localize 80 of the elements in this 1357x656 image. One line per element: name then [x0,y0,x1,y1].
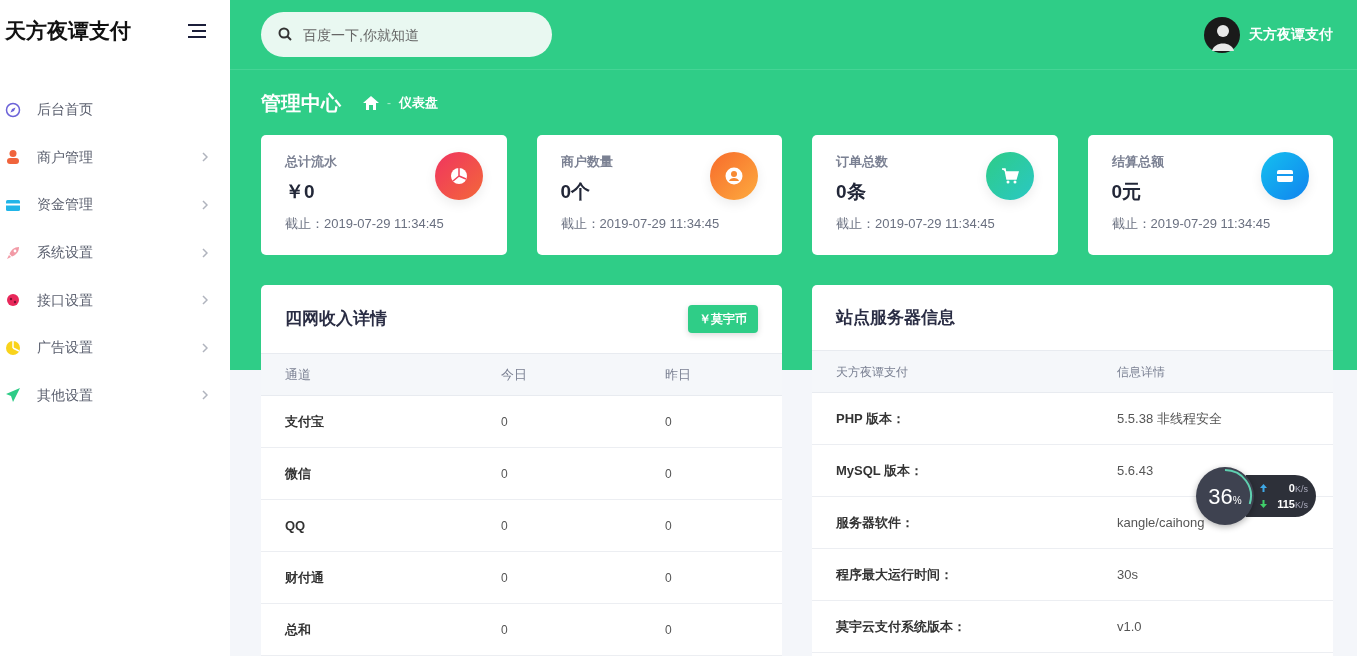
cart-icon [985,152,1034,200]
user-icon [5,149,21,166]
sidebar-item[interactable]: 商户管理 [0,133,230,182]
usage-percent: 36% [1208,482,1242,511]
stat-value: 0元 [1111,179,1143,204]
table-cell-text: 总和 [285,620,312,639]
stat-label: 订单总数 [836,153,888,171]
breadcrumb-current: 仪表盘 [399,93,438,112]
chevron-right-icon [202,247,208,258]
user-icon [710,152,758,200]
paper-plane-icon [5,387,21,404]
table-cell-text: 5.5.38 非线程安全 [1117,409,1223,428]
brand-title: 天方夜谭支付 [5,18,131,45]
chevron-right-icon [202,390,208,401]
planet-icon [5,292,21,309]
stat-timestamp: 截止：2019-07-29 11:34:45 [560,215,721,233]
upload-arrow-icon [1260,483,1267,492]
column-header: 信息详情 [1117,363,1166,381]
stat-timestamp: 截止：2019-07-29 11:34:45 [285,215,445,233]
sidebar-item[interactable]: 资金管理 [0,181,230,229]
stat-value: 0条 [836,179,867,204]
table-cell-text: 30s [1117,565,1139,584]
stat-label: 总计流水 [285,153,337,171]
chevron-right-icon [202,295,208,306]
table-cell-text: 服务器软件： [836,513,915,532]
stat-timestamp: 截止：2019-07-29 11:34:45 [1111,215,1272,233]
pie-chart-icon [5,339,21,356]
sidebar-item[interactable]: 其他设置 [0,371,230,420]
table-cell-text: 0 [501,569,509,587]
chevron-right-icon [202,152,208,163]
panel-title: 站点服务器信息 [836,306,955,329]
menu-icon[interactable] [188,24,206,38]
search-icon [278,27,292,41]
breadcrumb-separator: - [387,94,391,112]
stat-timestamp: 截止：2019-07-29 11:34:45 [836,215,996,233]
compass-icon [5,101,21,118]
column-header: 天方夜谭支付 [836,363,909,381]
pie-chart-icon [434,152,483,200]
column-header: 今日 [501,365,528,384]
table-cell-text: 财付通 [285,568,325,587]
stat-value: ￥0 [285,179,316,204]
table-cell-text: 微信 [285,464,312,483]
sidebar-item[interactable]: 系统设置 [0,228,230,277]
table-cell-text: 0 [501,621,509,639]
table-cell-text: MySQL 版本： [836,461,925,480]
chevron-right-icon [202,200,208,210]
table-cell-text: 0 [501,517,509,535]
sidebar-item[interactable]: 后台首页 [0,86,230,134]
table-cell-text: 0 [665,517,673,535]
table-cell-text: 程序最大运行时间： [836,565,954,584]
stat-label: 商户数量 [560,153,613,171]
rocket-icon [5,244,21,261]
sidebar-item[interactable]: 接口设置 [0,276,230,324]
table-cell-text: 0 [501,465,509,483]
column-header: 通道 [285,365,312,384]
upload-rate: 0K/s [1288,480,1308,496]
card-icon [5,197,21,213]
chevron-right-icon [202,342,208,353]
table-cell-text: 0 [665,413,673,431]
avatar[interactable] [1204,16,1240,53]
download-arrow-icon [1260,500,1267,509]
table-cell-text: v1.0 [1117,617,1143,636]
table-cell-text: 0 [665,465,673,483]
search-field[interactable]: 百度一下,你就知道 [261,12,552,57]
panel-title: 四网收入详情 [285,308,387,331]
sidebar-item[interactable]: 广告设置 [0,323,230,372]
page-title: 管理中心 [261,90,341,116]
table-cell-text: 0 [501,413,509,431]
column-header: 昨日 [665,365,692,384]
table-cell-text: 5.6.43 [1117,461,1155,480]
stat-label: 结算总额 [1111,153,1164,171]
table-cell-text: PHP 版本： [836,409,907,428]
card-icon [1261,152,1309,200]
table-cell-text: 支付宝 [285,412,325,431]
table-cell-text: QQ [285,516,307,535]
stat-value: 0个 [560,179,592,204]
table-cell-text: 0 [665,569,673,587]
table-cell-text: 0 [665,621,673,639]
table-cell-text: 莫宇云支付系统版本： [836,617,967,636]
download-rate: 115K/s [1277,497,1308,512]
